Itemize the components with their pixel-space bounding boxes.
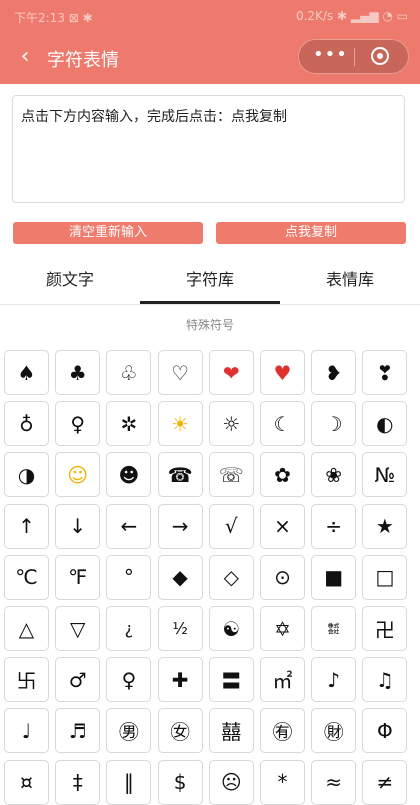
symbol-cell[interactable]: *	[260, 759, 305, 805]
symbol-cell[interactable]: □	[362, 554, 408, 600]
symbol-cell[interactable]: ↑	[4, 503, 49, 549]
symbol-cell[interactable]: ℉	[55, 554, 101, 600]
symbol-cell[interactable]: △	[4, 606, 49, 651]
symbol-cell[interactable]: ‖	[106, 759, 152, 805]
symbol-cell[interactable]: ☼	[208, 401, 254, 447]
symbol-cell[interactable]: ㊒	[260, 708, 305, 754]
section-title: 特殊符号	[185, 318, 234, 332]
symbol-cell[interactable]: Φ	[362, 708, 408, 754]
page-title: 字符表情	[47, 50, 119, 71]
symbol-cell[interactable]: ‡	[55, 759, 101, 805]
symbol-cell[interactable]: ㊖	[311, 708, 357, 754]
symbol-cell[interactable]: ♧	[106, 350, 152, 395]
symbol-cell[interactable]: ◐	[362, 401, 408, 447]
tab-kaomoji[interactable]: 颜文字	[0, 258, 140, 304]
symbol-cell[interactable]: ♣	[55, 350, 101, 395]
symbol-cell[interactable]: ≠	[362, 759, 408, 805]
symbol-cell[interactable]: ◑	[4, 452, 49, 498]
symbol-cell[interactable]: °	[106, 554, 152, 600]
symbol-cell[interactable]: ¤	[4, 759, 49, 805]
symbol-cell[interactable]: ▽	[55, 606, 101, 651]
symbol-cell[interactable]: $	[157, 759, 203, 805]
symbol-cell[interactable]: ♠	[4, 350, 49, 395]
symbol-cell[interactable]: ×	[260, 503, 305, 549]
symbol-cell[interactable]: ㊚	[106, 708, 152, 754]
symbol-cell[interactable]: ☯	[208, 606, 254, 651]
clear-button[interactable]: 清空重新输入	[13, 222, 203, 244]
symbol-cell[interactable]: ÷	[311, 503, 357, 549]
symbol-cell[interactable]: ✚	[157, 657, 203, 703]
status-right: 0.2K/s ✱ ▂▄▆ ◔ ▭	[295, 9, 408, 23]
capsule-menu[interactable]: •••	[298, 39, 409, 74]
symbol-cell[interactable]: ㍿	[311, 606, 357, 651]
symbol-cell[interactable]: ♂	[55, 657, 101, 703]
symbol-cell[interactable]: √	[208, 503, 254, 549]
symbol-cell[interactable]: ☾	[260, 401, 305, 447]
symbol-cell[interactable]: ㊛	[157, 708, 203, 754]
tab-characters[interactable]: 字符库	[140, 258, 280, 304]
status-left: 下午2:13 ⊠ ✱	[14, 11, 93, 25]
symbol-cell[interactable]: ☽	[311, 401, 357, 447]
symbol-cell[interactable]: ⊙	[260, 554, 305, 600]
status-bar: 下午2:13 ⊠ ✱ 0.2K/s ✱ ▂▄▆ ◔ ▭	[0, 0, 420, 32]
symbol-cell[interactable]: ↓	[55, 503, 101, 549]
symbol-cell[interactable]: ◇	[208, 554, 254, 600]
input-textarea[interactable]: 点击下方内容输入，完成后点击：点我复制	[12, 95, 405, 203]
symbol-cell[interactable]: ❣	[362, 350, 408, 395]
symbol-cell[interactable]: ✲	[106, 401, 152, 447]
symbol-cell[interactable]: ★	[362, 503, 408, 549]
symbol-cell[interactable]: ♩	[4, 708, 49, 754]
symbol-cell[interactable]: 卐	[4, 657, 49, 703]
symbol-cell[interactable]: ☻	[106, 452, 152, 498]
nav-bar: ‹ 字符表情 •••	[0, 32, 420, 84]
symbol-cell[interactable]: →	[157, 503, 203, 549]
symbol-cell[interactable]: ❀	[311, 452, 357, 498]
symbol-cell[interactable]: ✿	[260, 452, 305, 498]
symbol-cell[interactable]: ☀	[157, 401, 203, 447]
target-icon[interactable]	[371, 47, 389, 65]
tab-divider	[0, 304, 420, 305]
symbol-cell[interactable]: ½	[157, 606, 203, 651]
symbol-cell[interactable]: ¿	[106, 606, 152, 651]
symbol-cell[interactable]: 囍	[208, 708, 254, 754]
symbol-cell[interactable]: ✡	[260, 606, 305, 651]
symbol-cell[interactable]: ♀	[55, 401, 101, 447]
capsule-separator	[354, 48, 355, 66]
symbol-cell[interactable]: ♁	[4, 401, 49, 447]
symbol-cell[interactable]: ←	[106, 503, 152, 549]
symbol-cell[interactable]: ♬	[55, 708, 101, 754]
symbol-cell[interactable]: ■	[311, 554, 357, 600]
tab-emoji[interactable]: 表情库	[280, 258, 420, 304]
symbol-cell[interactable]: ❤	[208, 350, 254, 395]
symbol-cell[interactable]: ♡	[157, 350, 203, 395]
symbol-cell[interactable]: ☏	[208, 452, 254, 498]
symbol-cell[interactable]: ℃	[4, 554, 49, 600]
symbol-cell[interactable]: ◆	[157, 554, 203, 600]
more-dots-icon[interactable]: •••	[313, 44, 348, 65]
symbol-cell[interactable]: ☹	[208, 759, 254, 805]
symbol-cell[interactable]: ♀	[106, 657, 152, 703]
copy-button[interactable]: 点我复制	[216, 222, 406, 244]
back-icon[interactable]: ‹	[12, 42, 38, 72]
symbol-cell[interactable]: ♥	[260, 350, 305, 395]
symbol-cell[interactable]: ☺	[55, 452, 101, 498]
tab-bar: 颜文字 字符库 表情库	[0, 258, 420, 304]
symbol-cell[interactable]: 〓	[208, 657, 254, 703]
symbol-cell[interactable]: ☎	[157, 452, 203, 498]
symbol-cell[interactable]: №	[362, 452, 408, 498]
symbol-cell[interactable]: ❥	[311, 350, 357, 395]
symbol-cell[interactable]: ♫	[362, 657, 408, 703]
symbol-cell[interactable]: ㎡	[260, 657, 305, 703]
symbol-cell[interactable]: ♪	[311, 657, 357, 703]
symbol-cell[interactable]: 卍	[362, 606, 408, 651]
symbol-cell[interactable]: ≈	[311, 759, 357, 805]
